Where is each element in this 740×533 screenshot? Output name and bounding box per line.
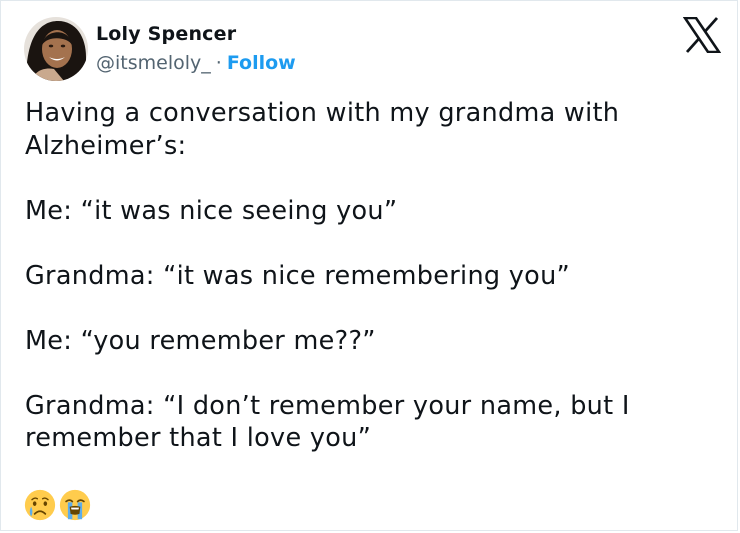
tweet-card: Loly Spencer @itsmeloly_ · Follow Having a… [0,0,738,531]
emoji-row [24,489,91,521]
x-logo-icon[interactable] [682,16,722,54]
user-name[interactable]: Loly Spencer [96,23,236,45]
user-handle[interactable]: @itsmeloly_ [96,52,211,74]
loudly-crying-face-icon [59,489,91,521]
tweet-paragraph: Me: “you remember me??” [25,325,376,356]
avatar-image [24,17,88,81]
tweet-paragraph: Grandma: “I don’t remember your name, bu… [25,390,630,454]
tweet-text: Having a conversation with my grandma wi… [25,97,725,455]
avatar[interactable] [24,17,88,81]
user-handle-row: @itsmeloly_ · Follow [96,52,296,74]
tweet-paragraph: Me: “it was nice seeing you” [25,195,398,226]
crying-face-icon [24,489,56,521]
tweet-paragraph: Having a conversation with my grandma wi… [25,98,620,161]
tweet-paragraph: Grandma: “it was nice remembering you” [25,260,571,291]
separator-dot: · [215,52,222,74]
follow-button[interactable]: Follow [227,52,296,74]
